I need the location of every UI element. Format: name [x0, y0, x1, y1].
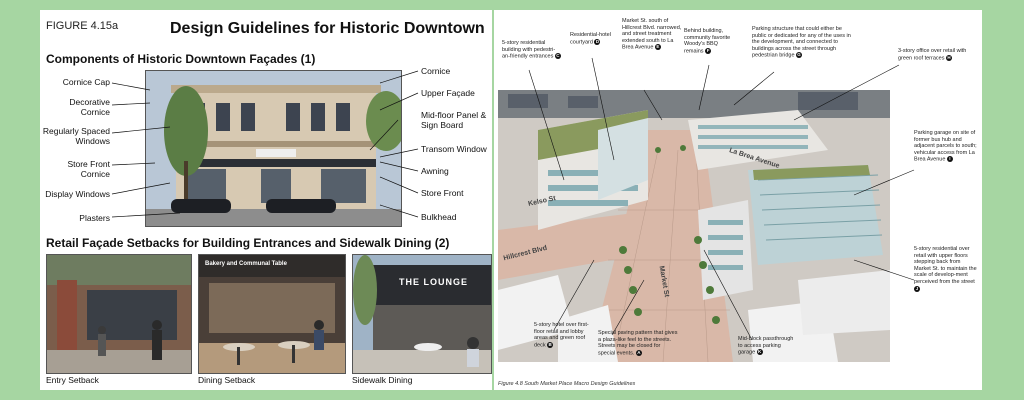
- label-transom-window: Transom Window: [421, 144, 487, 154]
- label-cornice: Cornice: [421, 66, 451, 76]
- label-store-front: Store Front: [421, 188, 464, 198]
- caption-entry-setback: Entry Setback: [46, 375, 99, 385]
- annotation-d: Residential-hotel courtyard D: [570, 32, 611, 46]
- label-display-windows: Display Windows: [45, 189, 110, 199]
- section2-title: Retail Façade Setbacks for Building Entr…: [46, 236, 450, 250]
- label-plasters: Plasters: [79, 213, 110, 223]
- annotation-a: Special paving pattern that gives a plaz…: [598, 330, 678, 357]
- label-upper-facade: Upper Façade: [421, 88, 475, 98]
- left-page: FIGURE 4.15a Design Guidelines for Histo…: [40, 10, 492, 390]
- annotation-e: Market St. south of Hillcrest Blvd. narr…: [622, 18, 682, 51]
- figure-label: FIGURE 4.15a: [46, 20, 119, 32]
- label-bulkhead: Bulkhead: [421, 212, 457, 222]
- lounge-sign: THE LOUNGE: [399, 277, 469, 287]
- entry-setback-photo: [46, 254, 192, 374]
- section1-title: Components of Historic Downtown Façades …: [46, 52, 316, 66]
- caption-sidewalk-dining: Sidewalk Dining: [352, 375, 413, 385]
- right-page: Kelso St La Brea Avenue Hillcrest Blvd M…: [494, 10, 982, 390]
- annotation-f: Behind building, community favorite Wood…: [684, 28, 731, 55]
- annotation-i: Parking garage on site of former bus hub…: [914, 130, 977, 163]
- figure-caption: Figure 4.8 South Market Place Macro Desi…: [498, 381, 636, 387]
- label-store-front-cornice: Store Front Cornice: [67, 159, 110, 179]
- label-awning: Awning: [421, 166, 449, 176]
- annotation-k: Mid-block passthrough to access parking …: [738, 336, 794, 356]
- badge-e: E: [654, 44, 661, 51]
- badge-h: H: [946, 54, 952, 61]
- label-cornice-cap: Cornice Cap: [62, 77, 110, 87]
- annotation-c: 5-story residential building with pedest…: [502, 40, 561, 60]
- badge-c: C: [554, 53, 561, 60]
- label-mid-floor-panel: Mid-floor Panel & Sign Board: [421, 110, 487, 130]
- badge-d: D: [594, 38, 601, 45]
- bakery-sign: Bakery and Communal Table: [205, 261, 287, 267]
- sidewalk-dining-photo: THE LOUNGE: [352, 254, 492, 374]
- caption-dining-setback: Dining Setback: [198, 375, 256, 385]
- badge-g: G: [796, 52, 803, 59]
- label-decorative-cornice: Decorative Cornice: [69, 97, 110, 117]
- page-title: Design Guidelines for Historic Downtown: [170, 20, 485, 37]
- label-spaced-windows: Regularly Spaced Windows: [42, 126, 110, 146]
- dining-setback-photo: Bakery and Communal Table: [198, 254, 346, 374]
- annotation-h: 3-story office over retail with green ro…: [898, 48, 967, 62]
- badge-b: B: [547, 341, 554, 348]
- badge-j: J: [914, 285, 920, 292]
- badge-a: A: [635, 349, 642, 356]
- annotation-g: Parking structure that could either be p…: [752, 26, 851, 59]
- annotation-j: 5-story residential over retail with upp…: [914, 246, 977, 292]
- badge-k: K: [756, 349, 763, 356]
- annotation-b: 5-story hotel over first-floor retail an…: [534, 322, 589, 349]
- badge-f: F: [705, 47, 712, 54]
- badge-i: I: [946, 156, 953, 163]
